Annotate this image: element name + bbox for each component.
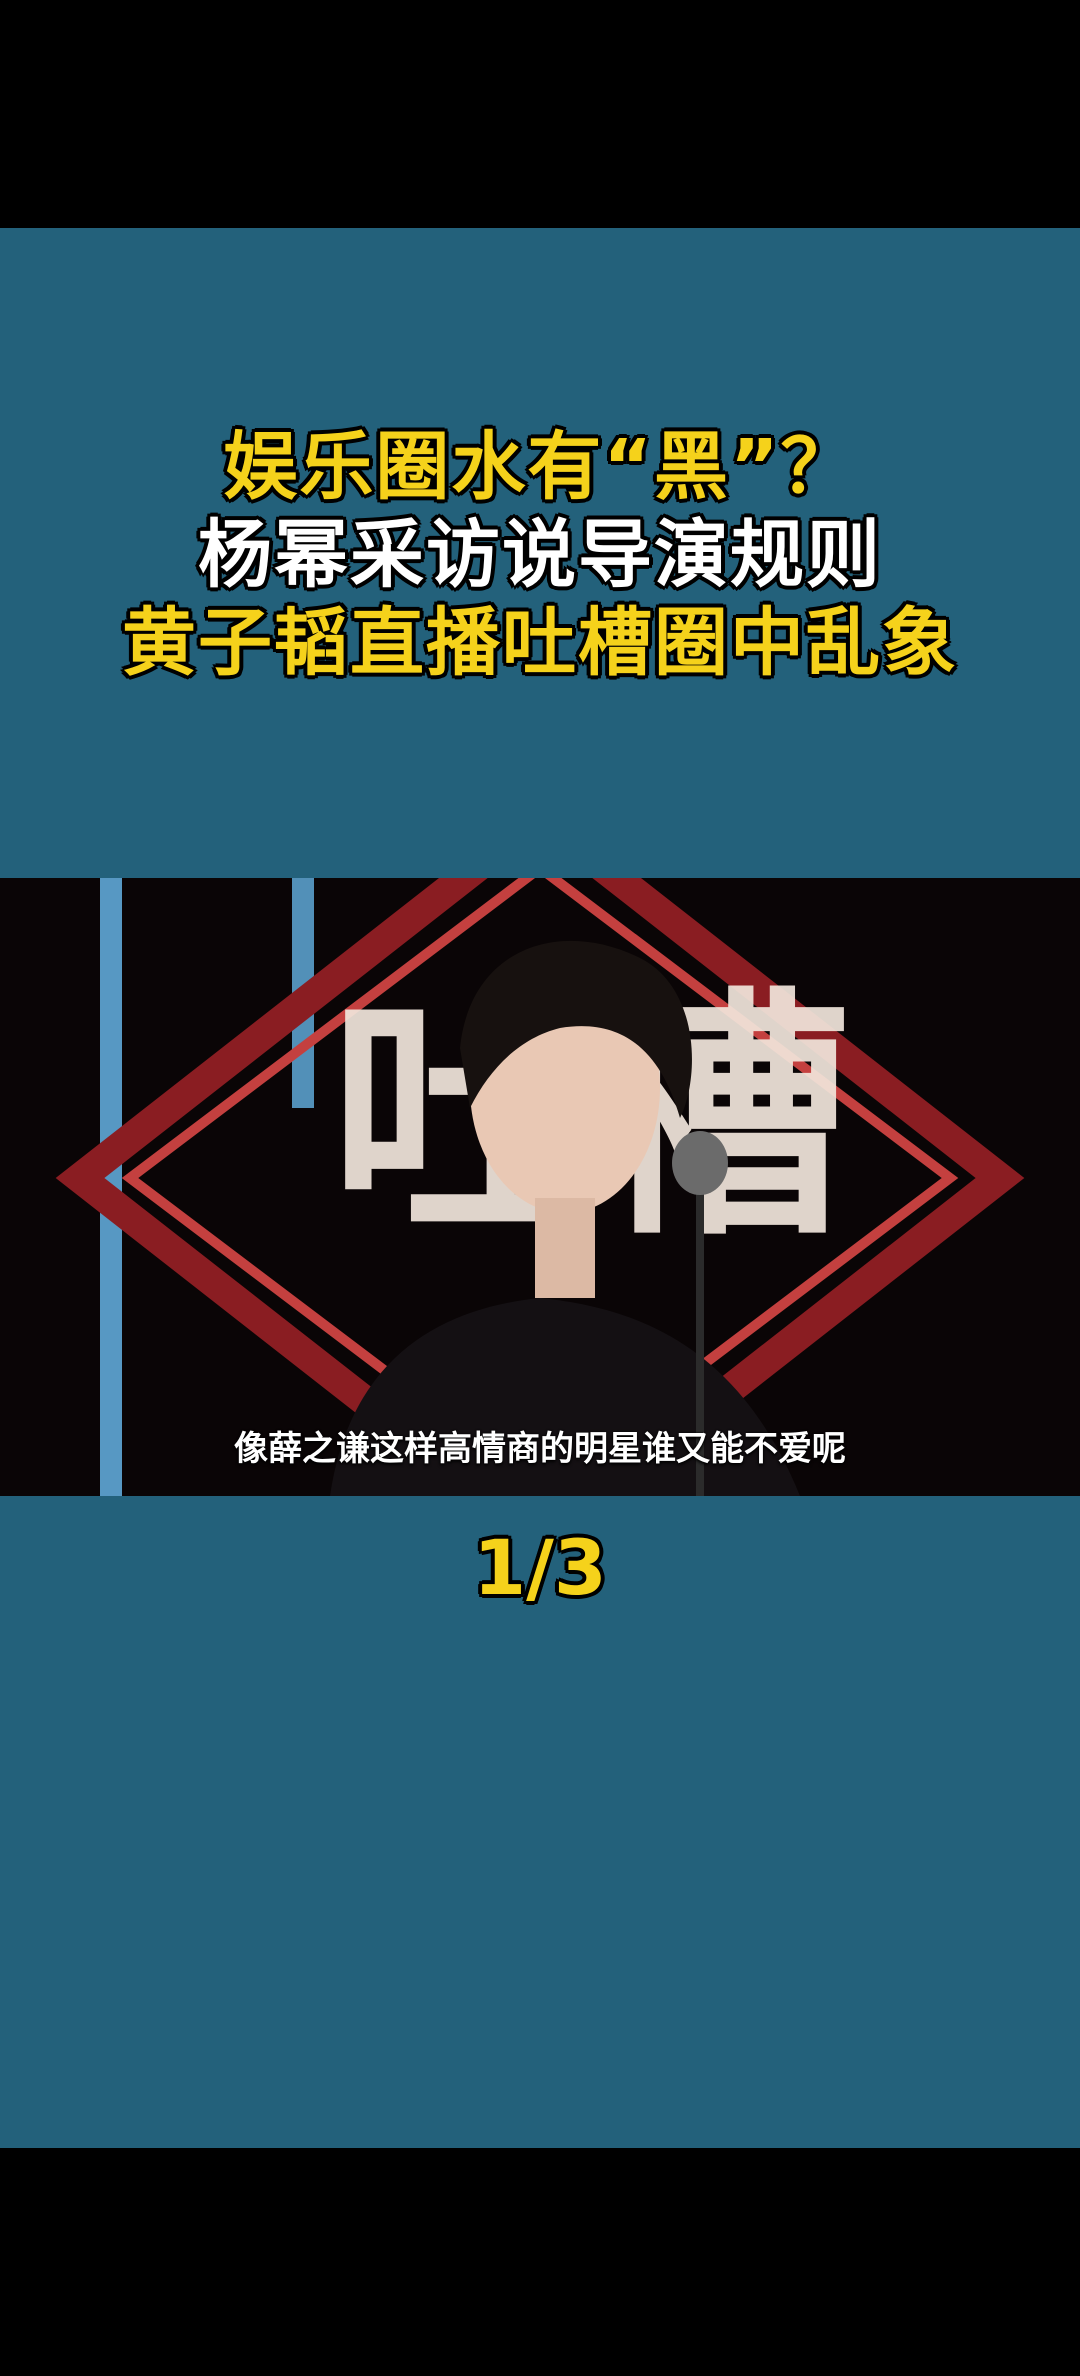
title-line-1: 娱乐圈水有“黑”？ [223,424,857,510]
title-line-2: 杨幂采访说导演规则 [198,512,882,598]
title-line-3: 黄子韬直播吐槽圈中乱象 [122,600,958,686]
page-indicator: 1/3 [473,1523,607,1612]
bottom-letterbox [0,2148,1080,2376]
video-title: 娱乐圈水有“黑”？ 杨幂采访说导演规则 黄子韬直播吐槽圈中乱象 [0,423,1080,687]
video-scene: 吐槽 [0,878,1080,1496]
content-panel: 娱乐圈水有“黑”？ 杨幂采访说导演规则 黄子韬直播吐槽圈中乱象 吐槽 像薛之谦这… [0,228,1080,2148]
video-subtitle: 像薛之谦这样高情商的明星谁又能不爱呢 [234,1429,846,1469]
video-frame[interactable]: 吐槽 像薛之谦这样高情商的明星谁又能不爱呢 [0,878,1080,1496]
top-letterbox [0,0,1080,228]
